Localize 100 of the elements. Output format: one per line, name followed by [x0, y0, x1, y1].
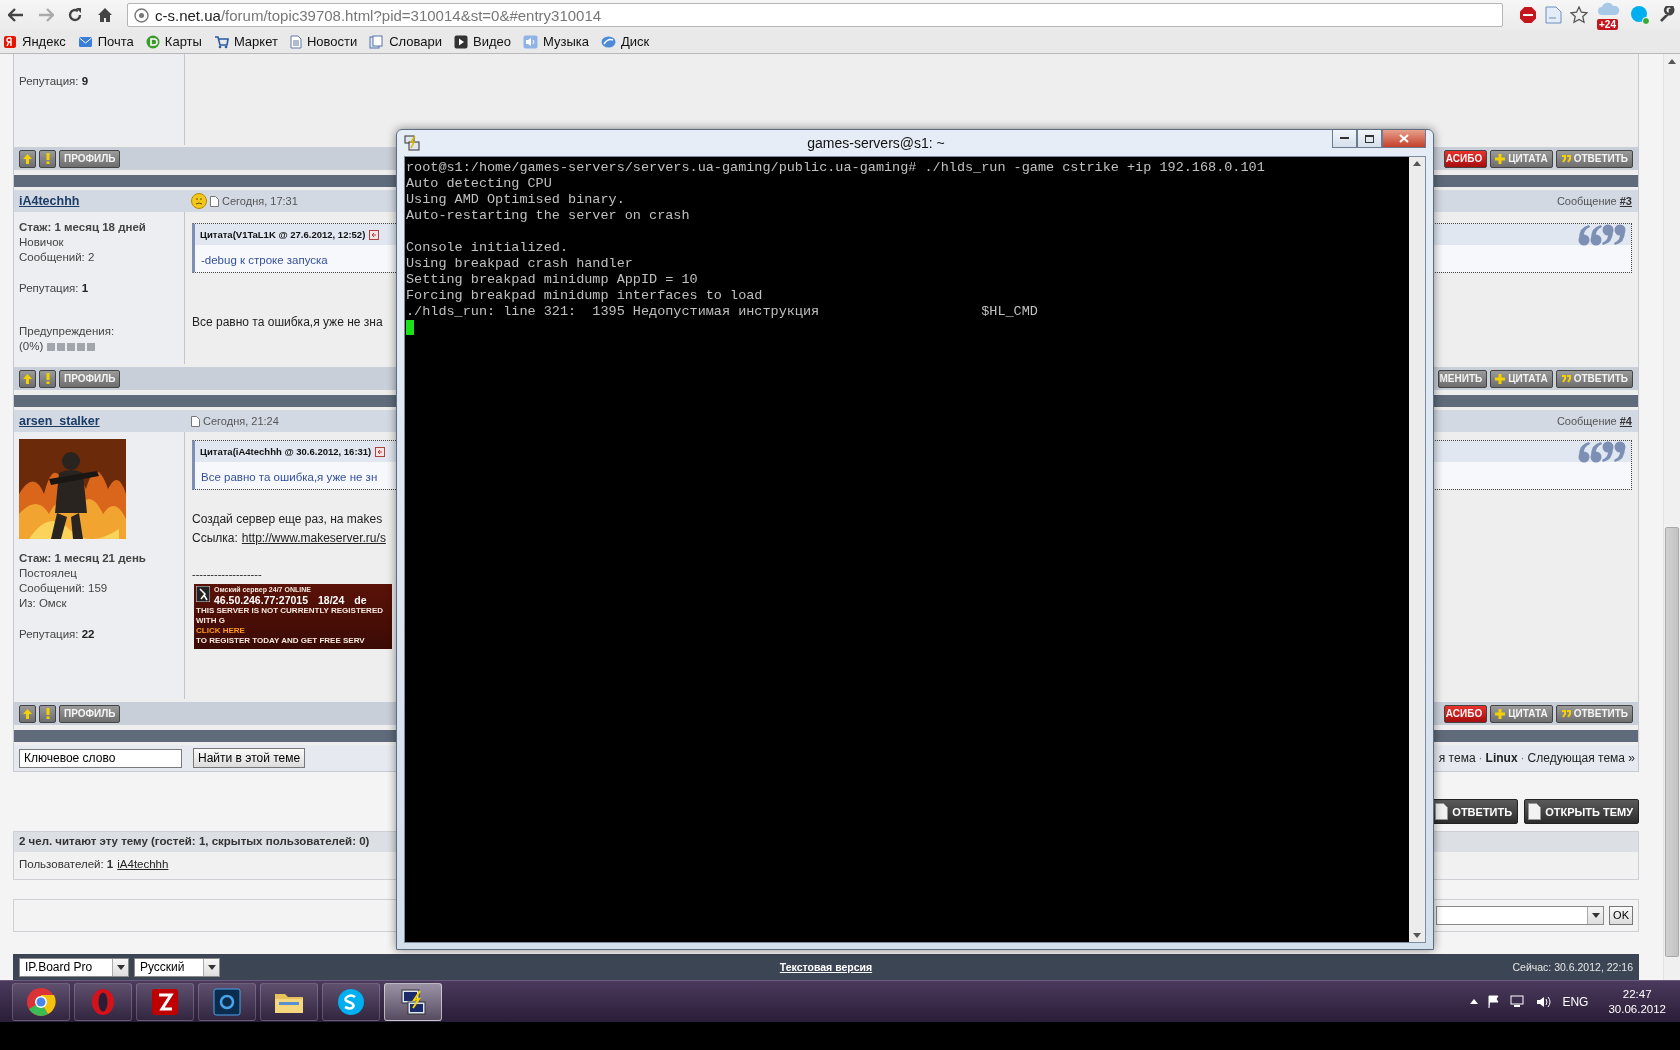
taskbar-app[interactable]: [260, 982, 318, 1021]
clock-date: 30.06.2012: [1608, 1001, 1666, 1017]
quote-marks-icon: [1577, 222, 1627, 247]
reputation-text: Репутация: 9: [19, 74, 89, 89]
bookmark-link[interactable]: Маркет: [213, 34, 278, 49]
thanks-button[interactable]: АСИБО: [1443, 149, 1488, 168]
volume-icon: [1536, 994, 1553, 1009]
post-number-link[interactable]: #4: [1619, 415, 1632, 427]
text-version-link[interactable]: Текстовая версия: [779, 961, 873, 974]
cursor: [406, 320, 414, 335]
bookmark-link[interactable]: Почта: [77, 34, 134, 49]
post-link[interactable]: http://www.makeserver.ru/s: [241, 529, 386, 548]
address-bar[interactable]: c-s.net.ua/forum/topic39708.html?pid=310014&st=0&#entry310014: [127, 3, 1503, 27]
up-button[interactable]: [19, 704, 36, 723]
author-link[interactable]: iA4techhh: [14, 194, 185, 208]
caret-icon: [1591, 912, 1600, 918]
signature-divider: -------------------: [192, 568, 262, 580]
report-button[interactable]: [39, 704, 56, 723]
search-field[interactable]: Ключевое слово: [19, 748, 182, 768]
terminal-icon: [404, 135, 420, 151]
skype-icon: [1630, 5, 1650, 25]
temperature-badge: +24: [1597, 19, 1618, 30]
caret-icon: [207, 964, 216, 970]
scroll-up-icon: [1413, 161, 1421, 166]
up-arrow-icon: [23, 373, 32, 384]
taskbar-app[interactable]: [322, 982, 380, 1021]
user-link[interactable]: iA4techhh: [117, 858, 169, 870]
bookmark-link[interactable]: Яндекс: [3, 34, 66, 49]
user-info-text: Новичок: [19, 235, 64, 250]
forum-link[interactable]: Linux: [1485, 751, 1518, 765]
banner-note: TO REGISTER TODAY AND GET FREE SERV: [196, 636, 365, 646]
warnings-value: (0%): [19, 339, 44, 354]
weather-widget[interactable]: +24: [1596, 2, 1622, 28]
post-text: Создай сервер еще раз, на makes: [192, 511, 383, 528]
quote-title: Цитата(iA4techhh @ 30.6.2012, 16:31): [200, 446, 372, 457]
language-select[interactable]: Русский: [134, 957, 220, 977]
author-link[interactable]: arsen_stalker: [14, 414, 185, 428]
next-topic-link[interactable]: Следующая тема »: [1527, 751, 1635, 765]
scroll-up-icon: [1668, 59, 1676, 64]
terminal-line: Auto-restarting the server on crash: [406, 208, 691, 224]
bookmark-link[interactable]: Видео: [454, 34, 512, 49]
globe-icon: [134, 7, 149, 23]
reputation-text: Репутация: 1: [19, 281, 89, 296]
bookmark-link[interactable]: Диск: [601, 34, 650, 49]
taskbar-app[interactable]: [384, 982, 442, 1021]
bookmark-link[interactable]: Новости: [289, 34, 358, 49]
settings-icon: [1658, 6, 1676, 24]
document-icon: [289, 34, 302, 49]
terminal-line: ./hlds_run: line 321: 1395 Недопустимая инструкция $HL_CMD: [406, 304, 1039, 320]
thanks-button[interactable]: АСИБО: [1443, 704, 1488, 723]
quote-marks-icon: [1577, 439, 1627, 464]
banner-notice: THIS SERVER IS NOT CURRENTLY REGISTERED WITH G: [196, 606, 384, 626]
new-topic-button[interactable]: ОТКРЫТЬ ТЕМУ: [1524, 799, 1639, 824]
reputation-text: Репутация: 22: [19, 627, 95, 642]
post-text: Все равно та ошибка,я уже не зна: [192, 314, 383, 331]
maximize-button[interactable]: [1357, 130, 1382, 148]
terminal-icon: [398, 986, 428, 1017]
close-button[interactable]: [1382, 130, 1426, 148]
post-number-link[interactable]: #3: [1619, 195, 1632, 207]
ok-button[interactable]: OK: [1609, 905, 1633, 925]
language-indicator[interactable]: ENG: [1562, 994, 1589, 1009]
book-icon: [369, 34, 385, 49]
quote-icon: [1560, 374, 1571, 383]
bookmark-link[interactable]: Словари: [369, 34, 443, 49]
search-button[interactable]: Найти в этой теме: [193, 748, 306, 768]
reply-button[interactable]: ОТВЕТИТЬ: [1431, 799, 1519, 824]
warnings-label: Предупреждения:: [19, 324, 116, 339]
back-arrow-icon: [7, 8, 24, 22]
game-logo-icon: [196, 586, 210, 602]
envelope-icon: [77, 35, 93, 48]
terminal-line: Console initialized.: [406, 240, 570, 256]
url-path: /forum/topic39708.html?pid=310014&st=0&#entry310014: [220, 6, 602, 24]
post-number-label: Сообщение: [1556, 195, 1617, 207]
scrollbar-thumb[interactable]: [1665, 527, 1679, 957]
taskbar-app[interactable]: [136, 982, 194, 1021]
register-link[interactable]: CLICK HERE: [196, 626, 245, 636]
forum-jump-select[interactable]: [1436, 905, 1605, 925]
report-button[interactable]: [39, 149, 56, 168]
terminal-line: Using breakpad crash handler: [406, 256, 634, 272]
post-date: Сегодня, 21:24: [203, 415, 279, 427]
minimize-icon: [1340, 137, 1349, 140]
user-info-text: Постоялец: [19, 566, 77, 581]
up-arrow-icon: [23, 708, 32, 719]
smiley-icon: [191, 193, 207, 209]
up-button[interactable]: [19, 369, 36, 388]
url-host: c-s.net.ua: [155, 6, 221, 24]
page-icon: [210, 195, 219, 207]
bookmark-link[interactable]: Карты: [145, 34, 202, 49]
window-title: games-servers@s1: ~: [806, 135, 946, 151]
report-button[interactable]: [39, 369, 56, 388]
up-button[interactable]: [19, 149, 36, 168]
user-info-text: Стаж: 1 месяц 21 день: [19, 551, 146, 566]
close-icon: [1399, 134, 1409, 143]
taskbar-app[interactable]: [12, 982, 70, 1021]
bookmark-link[interactable]: Музыка: [523, 34, 590, 49]
plus-icon: [1495, 708, 1506, 719]
skin-select[interactable]: IP.Board Pro: [19, 957, 129, 977]
previous-topic-link[interactable]: я тема: [1438, 751, 1476, 765]
skype-icon: [336, 986, 366, 1017]
minimize-button[interactable]: [1332, 130, 1357, 148]
